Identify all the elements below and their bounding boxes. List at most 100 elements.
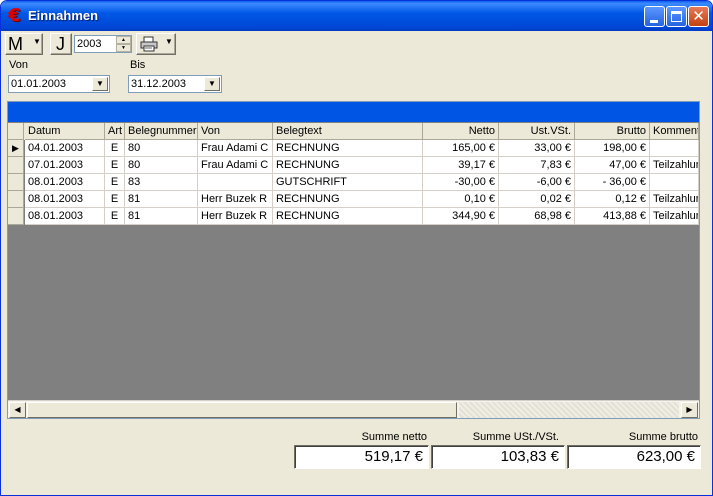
year-button[interactable]: J xyxy=(50,33,72,55)
row-selector[interactable]: ▶ xyxy=(8,140,24,157)
cell-comment[interactable] xyxy=(650,140,699,157)
cell-text[interactable]: GUTSCHRIFT xyxy=(273,174,423,191)
cell-comment[interactable]: Teilzahlur xyxy=(650,191,699,208)
cell-date[interactable]: 04.01.2003 xyxy=(25,140,105,157)
cell-comment[interactable]: Teilzahlur xyxy=(650,208,699,225)
sum-netto-label: Summe netto xyxy=(361,431,427,443)
cell-type[interactable]: E xyxy=(105,208,125,225)
cell-netto[interactable]: 165,00 € xyxy=(423,140,499,157)
col-header[interactable]: Komment xyxy=(650,123,699,140)
cell-comment[interactable]: Teilzahlur xyxy=(650,157,699,174)
col-header[interactable]: Belegtext xyxy=(273,123,423,140)
grid-header: Datum Art Belegnummer Von Belegtext Nett… xyxy=(8,123,699,140)
cell-ust[interactable]: 7,83 € xyxy=(499,157,575,174)
col-header[interactable]: Ust.VSt. xyxy=(499,123,575,140)
chevron-down-icon[interactable]: ▼ xyxy=(92,77,108,91)
cell-brutto[interactable]: 198,00 € xyxy=(575,140,650,157)
to-date-select[interactable]: 31.12.2003 ▼ xyxy=(128,75,222,93)
col-header[interactable]: Netto xyxy=(423,123,499,140)
cell-number[interactable]: 81 xyxy=(125,191,198,208)
month-button[interactable]: M ▼ xyxy=(5,33,43,55)
cell-date[interactable]: 08.01.2003 xyxy=(25,191,105,208)
cell-comment[interactable] xyxy=(650,174,699,191)
col-header[interactable]: Von xyxy=(198,123,273,140)
year-input[interactable] xyxy=(75,36,115,52)
spin-up-icon[interactable]: ▲ xyxy=(116,36,131,44)
from-date-select[interactable]: 01.01.2003 ▼ xyxy=(8,75,110,93)
cell-number[interactable]: 80 xyxy=(125,140,198,157)
cell-from[interactable]: Herr Buzek R xyxy=(198,208,273,225)
cell-text[interactable]: RECHNUNG xyxy=(273,157,423,174)
sum-brutto-field: 623,00 € xyxy=(567,445,701,469)
cell-brutto[interactable]: 413,88 € xyxy=(575,208,650,225)
to-date-value: 31.12.2003 xyxy=(131,78,187,90)
cell-brutto[interactable]: 47,00 € xyxy=(575,157,650,174)
minimize-icon xyxy=(650,20,658,23)
current-row-icon: ▶ xyxy=(12,143,19,153)
title-bar[interactable]: € Einnahmen ✕ xyxy=(1,1,712,31)
cell-brutto[interactable]: - 36,00 € xyxy=(575,174,650,191)
cell-netto[interactable]: 39,17 € xyxy=(423,157,499,174)
window-title: Einnahmen xyxy=(28,8,99,23)
chevron-down-icon: ▼ xyxy=(33,37,41,46)
cell-text[interactable]: RECHNUNG xyxy=(273,140,423,157)
scroll-left-icon[interactable]: ◀ xyxy=(9,402,26,418)
cell-ust[interactable]: 33,00 € xyxy=(499,140,575,157)
cell-ust[interactable]: 0,02 € xyxy=(499,191,575,208)
table-row[interactable]: 08.01.2003 E 81 Herr Buzek R RECHNUNG 0,… xyxy=(8,191,699,208)
cell-brutto[interactable]: 0,12 € xyxy=(575,191,650,208)
cell-number[interactable]: 81 xyxy=(125,208,198,225)
scroll-right-icon[interactable]: ▶ xyxy=(681,402,698,418)
grid-caption-bar xyxy=(8,102,699,122)
print-button[interactable]: ▼ xyxy=(136,33,176,55)
col-header[interactable]: Brutto xyxy=(575,123,650,140)
year-stepper[interactable]: ▲ ▼ xyxy=(74,35,132,53)
cell-netto[interactable]: -30,00 € xyxy=(423,174,499,191)
cell-type[interactable]: E xyxy=(105,191,125,208)
row-selector[interactable] xyxy=(8,157,24,174)
cell-number[interactable]: 83 xyxy=(125,174,198,191)
chevron-down-icon[interactable]: ▼ xyxy=(204,77,220,91)
row-selector[interactable] xyxy=(8,191,24,208)
maximize-button[interactable] xyxy=(666,6,687,27)
cell-text[interactable]: RECHNUNG xyxy=(273,208,423,225)
cell-ust[interactable]: 68,98 € xyxy=(499,208,575,225)
close-button[interactable]: ✕ xyxy=(688,6,709,27)
year-button-label: J xyxy=(56,34,65,54)
bookings-grid[interactable]: Datum Art Belegnummer Von Belegtext Nett… xyxy=(7,101,700,419)
cell-netto[interactable]: 344,90 € xyxy=(423,208,499,225)
cell-ust[interactable]: -6,00 € xyxy=(499,174,575,191)
scrollbar-thumb[interactable] xyxy=(27,402,457,418)
table-row[interactable]: 07.01.2003 E 80 Frau Adami C RECHNUNG 39… xyxy=(8,157,699,174)
table-row[interactable]: 08.01.2003 E 81 Herr Buzek R RECHNUNG 34… xyxy=(8,208,699,225)
row-selector[interactable] xyxy=(8,208,24,225)
from-date-value: 01.01.2003 xyxy=(11,78,67,90)
horizontal-scrollbar[interactable]: ◀ ▶ xyxy=(8,400,699,418)
cell-date[interactable]: 07.01.2003 xyxy=(25,157,105,174)
maximize-icon xyxy=(671,11,682,22)
from-label: Von xyxy=(9,59,28,71)
cell-netto[interactable]: 0,10 € xyxy=(423,191,499,208)
col-header[interactable]: Datum xyxy=(25,123,105,140)
cell-text[interactable]: RECHNUNG xyxy=(273,191,423,208)
cell-type[interactable]: E xyxy=(105,140,125,157)
month-button-label: M xyxy=(8,34,23,54)
cell-from[interactable]: Herr Buzek R xyxy=(198,191,273,208)
cell-number[interactable]: 80 xyxy=(125,157,198,174)
cell-from[interactable]: Frau Adami C xyxy=(198,140,273,157)
col-header[interactable]: Art xyxy=(105,123,125,140)
table-row[interactable]: 08.01.2003 E 83 GUTSCHRIFT -30,00 € -6,0… xyxy=(8,174,699,191)
minimize-button[interactable] xyxy=(644,6,665,27)
cell-date[interactable]: 08.01.2003 xyxy=(25,208,105,225)
table-row[interactable]: ▶ 04.01.2003 E 80 Frau Adami C RECHNUNG … xyxy=(8,140,699,157)
cell-date[interactable]: 08.01.2003 xyxy=(25,174,105,191)
printer-icon xyxy=(140,36,158,52)
cell-from[interactable] xyxy=(198,174,273,191)
cell-from[interactable]: Frau Adami C xyxy=(198,157,273,174)
cell-type[interactable]: E xyxy=(105,157,125,174)
scrollbar-track[interactable] xyxy=(459,402,679,418)
cell-type[interactable]: E xyxy=(105,174,125,191)
spin-down-icon[interactable]: ▼ xyxy=(116,44,131,52)
col-header[interactable]: Belegnummer xyxy=(125,123,198,140)
row-selector[interactable] xyxy=(8,174,24,191)
